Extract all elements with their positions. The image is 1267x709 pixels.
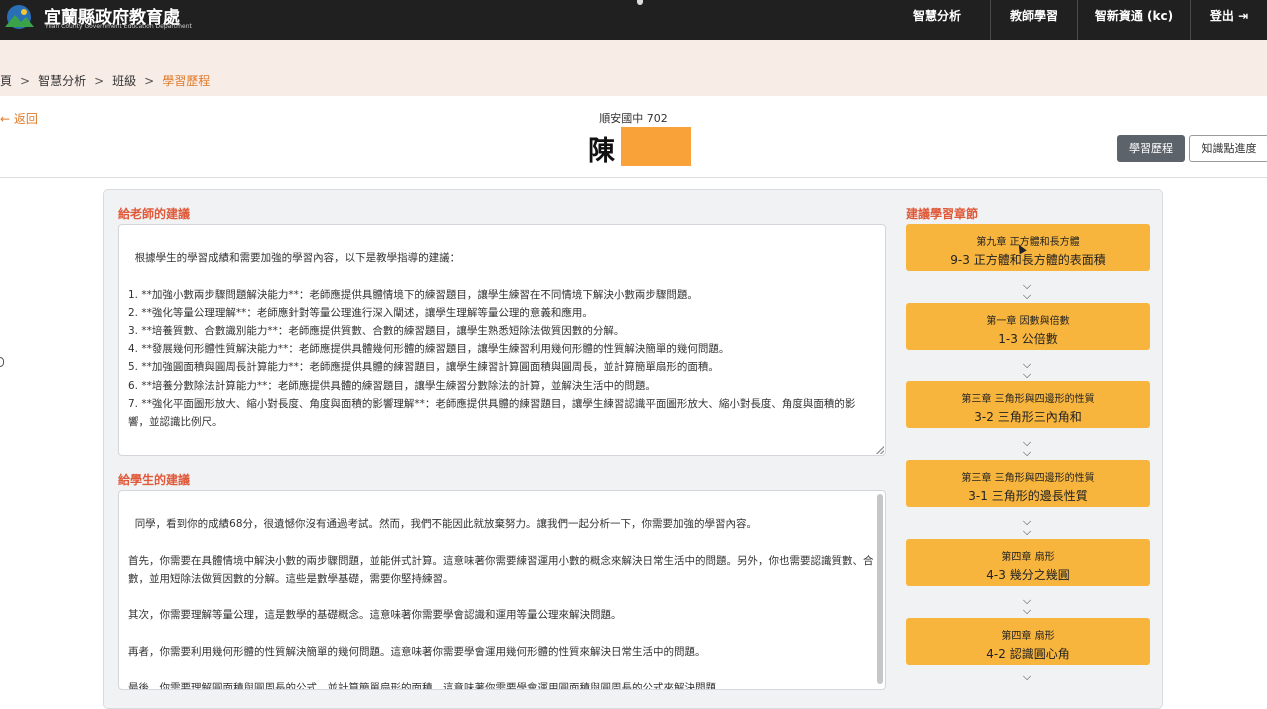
breadcrumb-separator: > (144, 74, 155, 88)
chapter-title: 第九章 正方體和長方體 (976, 237, 1080, 248)
chevron-double-down-icon: ⌵ ⌵ (1022, 436, 1032, 459)
redaction-block (621, 127, 691, 166)
teacher-advice-text: 根據學生的學習成績和需要加強的學習內容，以下是教學指導的建議： 1. **加強小… (128, 252, 856, 429)
chevron-double-down-icon: ⌵ ⌵ (1022, 515, 1032, 538)
chapter-card[interactable]: 第四章 扇形 4-3 幾分之幾圓 (906, 539, 1150, 586)
student-advice-textarea[interactable]: 同學，看到你的成績68分，很遺憾你沒有通過考試。然而，我們不能因此就放棄努力。讓… (118, 490, 886, 690)
pointer-dot (637, 0, 643, 5)
chapter-title: 第三章 三角形與四邊形的性質 (961, 473, 1095, 484)
suggested-chapters-label: 建議學習章節 (906, 207, 979, 221)
logout-button[interactable]: 登出 ⇥ (1190, 0, 1267, 40)
breadcrumb-class[interactable]: 班級 (112, 72, 136, 89)
arrow-left-icon: ← (0, 112, 11, 126)
chapter-section: 1-3 公倍數 (998, 332, 1058, 346)
top-navbar: 宜蘭縣政府教育處 Yilan County Government Educati… (0, 0, 1267, 40)
teacher-advice-label: 給老師的建議 (118, 207, 191, 221)
chapter-section: 3-1 三角形的邊長性質 (968, 489, 1088, 503)
student-advice-text: 同學，看到你的成績68分，很遺憾你沒有通過考試。然而，我們不能因此就放棄努力。讓… (128, 518, 874, 690)
chevron-double-down-icon: ⌵ (1022, 672, 1032, 683)
school-class: 順安國中 702 (599, 112, 668, 125)
tab-knowledge-progress[interactable]: 知識點進度 (1189, 135, 1267, 162)
chapter-card[interactable]: 第一章 因數與倍數 1-3 公倍數 (906, 303, 1150, 350)
chapter-card[interactable]: 第三章 三角形與四邊形的性質 3-2 三角形三內角和 (906, 381, 1150, 428)
chevron-double-down-icon: ⌵ ⌵ (1022, 279, 1032, 302)
brand-subtitle: Yilan County Government Education Depart… (45, 23, 192, 30)
breadcrumb: 頁 > 智慧分析 > 班級 > 學習歷程 (0, 72, 210, 89)
nav-smart-analysis[interactable]: 智慧分析 (897, 0, 977, 40)
chevron-double-down-icon: ⌵ ⌵ (1022, 594, 1032, 617)
chapter-title: 第四章 扇形 (1001, 552, 1055, 563)
logout-icon: ⇥ (1238, 9, 1249, 23)
student-advice-scrollbar[interactable] (877, 494, 883, 684)
edge-handle-icon (0, 357, 4, 367)
chapter-title: 第三章 三角形與四邊形的性質 (961, 394, 1095, 405)
chapter-title: 第四章 扇形 (1001, 631, 1055, 642)
breadcrumb-smart-analysis[interactable]: 智慧分析 (38, 72, 86, 89)
student-name: 陳 (588, 136, 615, 167)
nav-user-kc[interactable]: 智新資通 (kc) (1077, 0, 1190, 40)
student-advice-label: 給學生的建議 (118, 473, 191, 487)
divider (0, 177, 1267, 178)
breadcrumb-current: 學習歷程 (162, 74, 211, 88)
nav-teacher-learning[interactable]: 教師學習 (990, 0, 1077, 40)
chapter-section: 4-2 認識圓心角 (986, 647, 1070, 661)
breadcrumb-home[interactable]: 頁 (0, 72, 12, 89)
chapter-section: 4-3 幾分之幾圓 (986, 568, 1070, 582)
resize-handle-icon[interactable] (876, 446, 884, 454)
logout-label: 登出 (1209, 9, 1234, 23)
back-link[interactable]: ← 返回 (0, 110, 38, 127)
chapter-card[interactable]: 第九章 正方體和長方體 9-3 正方體和長方體的表面積 (906, 224, 1150, 271)
logo-icon (5, 5, 34, 29)
breadcrumb-separator: > (20, 74, 31, 88)
chapter-title: 第一章 因數與倍數 (986, 316, 1070, 327)
breadcrumb-separator: > (94, 74, 105, 88)
chapter-card[interactable]: 第四章 扇形 4-2 認識圓心角 (906, 618, 1150, 665)
tab-learning-history[interactable]: 學習歷程 (1117, 135, 1185, 162)
teacher-advice-textarea[interactable]: 根據學生的學習成績和需要加強的學習內容，以下是教學指導的建議： 1. **加強小… (118, 224, 886, 456)
chapter-section: 9-3 正方體和長方體的表面積 (950, 253, 1106, 267)
chapter-card[interactable]: 第三章 三角形與四邊形的性質 3-1 三角形的邊長性質 (906, 460, 1150, 507)
back-label: 返回 (13, 112, 38, 126)
chevron-double-down-icon: ⌵ ⌵ (1022, 358, 1032, 381)
chapter-section: 3-2 三角形三內角和 (974, 410, 1082, 424)
